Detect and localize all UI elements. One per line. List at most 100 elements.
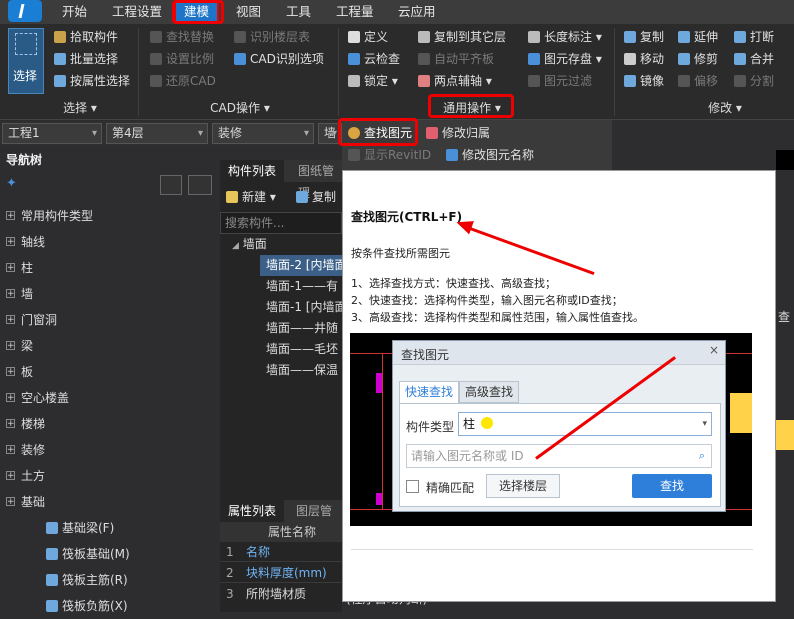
- dialog-close-icon[interactable]: ×: [709, 343, 719, 357]
- rename-element-button[interactable]: 修改图元名称: [446, 144, 534, 166]
- property-row[interactable]: 1 名称: [220, 542, 342, 562]
- floor-select[interactable]: 第4层: [106, 123, 208, 144]
- two-point-axis-button[interactable]: 两点辅轴 ▾: [418, 70, 492, 92]
- extend-button[interactable]: 延伸: [678, 26, 718, 48]
- nav-label: 空心楼盖: [21, 391, 70, 405]
- restore-icon: [150, 75, 162, 87]
- pick-component-button[interactable]: 拾取构件: [54, 26, 118, 48]
- tab-drawing-manage[interactable]: 图纸管理: [290, 160, 342, 200]
- modify-group-label[interactable]: 修改 ▾: [690, 98, 760, 118]
- cad-group-label[interactable]: CAD操作 ▾: [190, 98, 290, 118]
- set-scale-button[interactable]: 设置比例: [150, 48, 214, 70]
- copy-component-button[interactable]: 复制: [296, 186, 336, 208]
- edit-layer-label: 修改归属: [442, 126, 491, 140]
- tree-item[interactable]: 墙面——井随: [220, 318, 342, 339]
- cloud-check-button[interactable]: 云检查: [348, 48, 400, 70]
- edit-layer-icon: [426, 127, 438, 139]
- component-search-input[interactable]: 搜索构件...: [220, 212, 342, 234]
- element-filter-button[interactable]: 图元过滤: [528, 70, 592, 92]
- break-button[interactable]: 打断: [734, 26, 774, 48]
- app-logo-icon[interactable]: [8, 0, 42, 22]
- new-label: 新建: [242, 190, 267, 204]
- nav-sub-item[interactable]: 基础梁(F): [6, 515, 216, 541]
- nav-item[interactable]: 柱: [6, 255, 216, 281]
- tree-item[interactable]: 墙面-1 [内墙面: [220, 297, 342, 318]
- menu-start[interactable]: 开始: [54, 0, 95, 24]
- nav-label: 基础: [21, 495, 46, 509]
- offset-button[interactable]: 偏移: [678, 70, 718, 92]
- menu-project-settings[interactable]: 工程设置: [104, 0, 170, 24]
- nav-item[interactable]: 板: [6, 359, 216, 385]
- project-select[interactable]: 工程1: [2, 123, 102, 144]
- cad-icon: [234, 53, 246, 65]
- cad-options-button[interactable]: CAD识别选项: [234, 48, 324, 70]
- nav-item[interactable]: 楼梯: [6, 411, 216, 437]
- edit-layer-button[interactable]: 修改归属: [426, 122, 490, 144]
- right-find-label[interactable]: 查: [778, 308, 790, 325]
- select-floor-button[interactable]: 选择楼层: [486, 474, 560, 498]
- row-num: 1: [226, 545, 234, 559]
- nav-item[interactable]: 轴线: [6, 229, 216, 255]
- grid-view-icon[interactable]: [188, 175, 212, 195]
- restore-cad-button[interactable]: 还原CAD: [150, 70, 216, 92]
- trim-button[interactable]: 修剪: [678, 48, 718, 70]
- tree-item-selected[interactable]: 墙面-2 [内墙面: [260, 255, 342, 276]
- element-save-button[interactable]: 图元存盘 ▾: [528, 48, 602, 70]
- type-value: 柱: [463, 417, 476, 431]
- nav-item[interactable]: 空心楼盖: [6, 385, 216, 411]
- tab-advanced-search[interactable]: 高级查找: [459, 381, 519, 403]
- ribbon: 选择 拾取构件 批量选择 按属性选择 选择 ▾ 查找替换 设置比例 还原CAD …: [0, 24, 794, 120]
- tree-item[interactable]: 墙面——保温: [220, 360, 342, 381]
- show-revit-label: 显示RevitID: [364, 148, 432, 162]
- exact-match-checkbox[interactable]: [406, 480, 419, 493]
- nav-sub-item[interactable]: 筏板主筋(R): [6, 567, 216, 593]
- define-button[interactable]: 定义: [348, 26, 388, 48]
- nav-item[interactable]: 墙: [6, 281, 216, 307]
- tree-root[interactable]: ◢ 墙面: [220, 234, 342, 255]
- property-row[interactable]: 3 所附墙材质: [220, 584, 342, 604]
- nav-sub-item[interactable]: 筏板基础(M): [6, 541, 216, 567]
- nav-item[interactable]: 装修: [6, 437, 216, 463]
- property-tabs: 属性列表 图层管理: [220, 500, 342, 540]
- identify-floor-table-button[interactable]: 识别楼层表: [234, 26, 310, 48]
- menu-quantity[interactable]: 工程量: [328, 0, 382, 24]
- new-component-button[interactable]: 新建 ▾: [226, 186, 276, 208]
- batch-select-button[interactable]: 批量选择: [54, 48, 118, 70]
- lock-button[interactable]: 锁定 ▾: [348, 70, 398, 92]
- select-by-property-button[interactable]: 按属性选择: [54, 70, 130, 92]
- tab-quick-search[interactable]: 快速查找: [399, 381, 459, 403]
- copy-to-floor-button[interactable]: 复制到其它层: [418, 26, 506, 48]
- menu-cloud[interactable]: 云应用: [390, 0, 444, 24]
- menu-tools[interactable]: 工具: [278, 0, 319, 24]
- menu-view[interactable]: 视图: [228, 0, 269, 24]
- select-group-label[interactable]: 选择 ▾: [40, 98, 120, 118]
- auto-level-button[interactable]: 自动平齐板: [418, 48, 494, 70]
- name-id-input[interactable]: 请输入图元名称或 ID ⌕: [406, 444, 712, 468]
- property-row[interactable]: 2 块料厚度(mm): [220, 563, 342, 583]
- tree-item[interactable]: 墙面-1——有: [220, 276, 342, 297]
- nav-item[interactable]: 门窗洞: [6, 307, 216, 333]
- select-button[interactable]: 选择: [8, 28, 44, 94]
- split-button[interactable]: 分割: [734, 70, 774, 92]
- mirror-button[interactable]: 镜像: [624, 70, 664, 92]
- merge-button[interactable]: 合并: [734, 48, 774, 70]
- nav-item[interactable]: 土方: [6, 463, 216, 489]
- find-replace-button[interactable]: 查找替换: [150, 26, 214, 48]
- length-annotate-button[interactable]: 长度标注 ▾: [528, 26, 602, 48]
- nav-item[interactable]: 基础: [6, 489, 216, 515]
- tab-property-list[interactable]: 属性列表: [220, 500, 285, 522]
- nav-item[interactable]: 梁: [6, 333, 216, 359]
- tree-item[interactable]: 墙面——毛坯: [220, 339, 342, 360]
- sparkle-icon[interactable]: ✦: [6, 176, 17, 191]
- tab-layer-manage[interactable]: 图层管理: [288, 500, 342, 540]
- move-button[interactable]: 移动: [624, 48, 664, 70]
- show-revit-id-button[interactable]: 显示RevitID: [348, 144, 431, 166]
- nav-item[interactable]: 常用构件类型: [6, 203, 216, 229]
- search-button[interactable]: 查找: [632, 474, 712, 498]
- nav-sub-item[interactable]: 筏板负筋(X): [6, 593, 216, 619]
- category-select[interactable]: 装修: [212, 123, 314, 144]
- tab-component-list[interactable]: 构件列表: [220, 160, 285, 182]
- list-view-icon[interactable]: [160, 175, 182, 195]
- rename-icon: [446, 149, 458, 161]
- copy-button[interactable]: 复制: [624, 26, 664, 48]
